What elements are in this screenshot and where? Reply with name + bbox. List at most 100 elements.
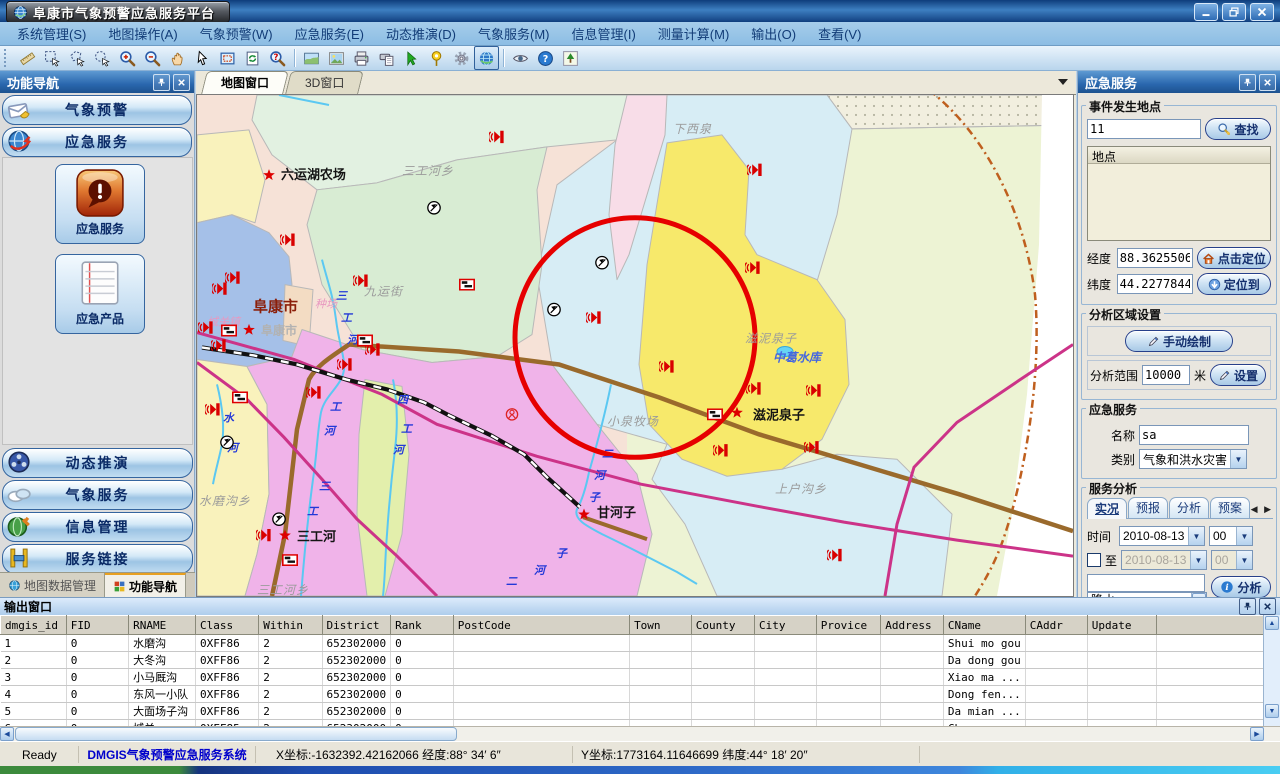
print-preview-button[interactable] — [374, 46, 399, 70]
sidebar-group-dynamic-simulation[interactable]: 动态推演 — [2, 448, 193, 478]
start-date-select[interactable]: 2010-08-13▼ — [1119, 526, 1205, 546]
minimize-button[interactable] — [1194, 3, 1218, 21]
restore-button[interactable] — [1222, 3, 1246, 21]
sidebar-group-weather-service[interactable]: 气象服务 — [2, 480, 193, 510]
column-header[interactable]: dmgis_id — [1, 616, 67, 635]
print-button[interactable] — [349, 46, 374, 70]
column-header[interactable]: County — [691, 616, 754, 635]
export-button[interactable] — [558, 46, 583, 70]
menu-item[interactable]: 动态推演(D) — [375, 21, 467, 46]
zoom-in-button[interactable] — [115, 46, 140, 70]
sidebar-group-info-management[interactable]: 信息管理 — [2, 512, 193, 542]
window-list-dropdown-icon[interactable] — [1058, 79, 1068, 85]
refresh-button[interactable] — [240, 46, 265, 70]
toolbar-grip[interactable] — [4, 49, 11, 67]
full-extent-button[interactable] — [215, 46, 240, 70]
column-header[interactable]: CName — [943, 616, 1025, 635]
column-header[interactable]: Class — [195, 616, 258, 635]
result-table[interactable]: dmgis_idFIDRNAMEClassWithinDistrictRankP… — [0, 615, 1264, 728]
longitude-input[interactable] — [1117, 248, 1193, 268]
help-button[interactable] — [533, 46, 558, 70]
visibility-button[interactable] — [508, 46, 533, 70]
analyze-button[interactable]: 分析 — [1211, 576, 1271, 597]
table-row[interactable]: 40东风一小队0XFF8626523020000Dong fen... — [1, 686, 1264, 703]
ruler-button[interactable] — [15, 46, 40, 70]
analysis-filter-input[interactable] — [1087, 574, 1205, 592]
select-polygon-button[interactable] — [65, 46, 90, 70]
sidebar-group-emergency-globe[interactable]: 应急服务 — [2, 127, 192, 157]
tab-scroll-left-icon[interactable]: ◀ — [1251, 504, 1260, 514]
left-panel-close-button[interactable] — [173, 74, 190, 91]
pointer-button[interactable] — [190, 46, 215, 70]
table-row[interactable]: 50大面场子沟0XFF8626523020000Da mian ... — [1, 703, 1264, 720]
end-hour-select[interactable]: 00▼ — [1211, 550, 1253, 570]
chevron-down-icon[interactable]: ▼ — [1230, 450, 1246, 468]
image-view-button[interactable] — [324, 46, 349, 70]
column-header[interactable]: Update — [1087, 616, 1156, 635]
tab-scroll-right-icon[interactable]: ▶ — [1264, 504, 1273, 514]
locate-by-click-button[interactable]: 点击定位 — [1197, 247, 1271, 269]
column-header[interactable]: Town — [630, 616, 692, 635]
analysis-tab-2[interactable]: 预报 — [1128, 497, 1168, 518]
column-header[interactable]: CAddr — [1025, 616, 1087, 635]
globe-service-button[interactable] — [474, 46, 499, 70]
location-list[interactable]: 地点 — [1087, 146, 1271, 241]
map-canvas[interactable]: 六运湖农场三工河乡下西泉九运街阜康市城关镇种场阜康市滋泥泉子中葛水库滋泥泉子小泉… — [197, 95, 1073, 596]
output-pin-button[interactable] — [1239, 598, 1256, 615]
column-header[interactable]: Within — [259, 616, 322, 635]
column-header[interactable]: District — [322, 616, 391, 635]
select-rect-button[interactable] — [40, 46, 65, 70]
vertical-scrollbar[interactable]: ▲ ▼ — [1263, 615, 1280, 728]
scroll-right-icon[interactable]: ▶ — [1250, 727, 1264, 741]
table-row[interactable]: 20大冬沟0XFF8626523020000Da dong gou — [1, 652, 1264, 669]
table-row[interactable]: 30小马厩沟0XFF8626523020000Xiao ma ... — [1, 669, 1264, 686]
column-header[interactable]: FID — [66, 616, 128, 635]
menu-item[interactable]: 气象预警(W) — [189, 21, 284, 46]
column-header[interactable]: Provice — [816, 616, 881, 635]
column-header[interactable]: PostCode — [453, 616, 629, 635]
menu-item[interactable]: 系统管理(S) — [6, 21, 97, 46]
panel-tab-map-data[interactable]: 地图数据管理 — [0, 573, 105, 597]
menu-item[interactable]: 应急服务(E) — [284, 21, 375, 46]
chevron-down-icon[interactable]: ▼ — [1190, 551, 1206, 569]
chevron-down-icon[interactable]: ▼ — [1188, 527, 1204, 545]
map-viewport[interactable]: 六运湖农场三工河乡下西泉九运街阜康市城关镇种场阜康市滋泥泉子中葛水库滋泥泉子小泉… — [196, 94, 1074, 597]
zoom-out-button[interactable] — [140, 46, 165, 70]
menu-item[interactable]: 测量计算(M) — [647, 21, 741, 46]
start-hour-select[interactable]: 00▼ — [1209, 526, 1253, 546]
panel-tab-nav-squares[interactable]: 功能导航 — [105, 573, 186, 597]
left-panel-pin-button[interactable] — [153, 74, 170, 91]
column-header[interactable]: Rank — [391, 616, 454, 635]
menu-item[interactable]: 地图操作(A) — [97, 21, 188, 46]
manual-draw-button[interactable]: 手动绘制 — [1125, 330, 1233, 352]
chevron-down-icon[interactable]: ▼ — [1236, 527, 1252, 545]
location-list-body[interactable] — [1088, 164, 1270, 240]
emergency-alert-button[interactable]: 应急服务 — [55, 164, 145, 244]
map-tab[interactable]: 地图窗口 — [201, 71, 289, 94]
scroll-left-icon[interactable]: ◀ — [0, 727, 14, 741]
column-header[interactable]: RNAME — [129, 616, 196, 635]
zoom-query-button[interactable] — [265, 46, 290, 70]
location-search-input[interactable] — [1087, 119, 1201, 139]
latitude-input[interactable] — [1117, 274, 1193, 294]
right-panel-close-button[interactable] — [1259, 74, 1276, 91]
place-marker-button[interactable] — [424, 46, 449, 70]
search-button[interactable]: 查找 — [1205, 118, 1271, 140]
map-tab[interactable]: 3D窗口 — [285, 71, 364, 94]
horizontal-scrollbar[interactable]: ◀ ▶ — [0, 726, 1280, 741]
menu-item[interactable]: 查看(V) — [807, 21, 872, 46]
to-checkbox[interactable] — [1087, 553, 1101, 567]
sidebar-group-service-link[interactable]: 服务链接 — [2, 544, 193, 574]
column-header[interactable]: Address — [881, 616, 944, 635]
menu-item[interactable]: 气象服务(M) — [467, 21, 561, 46]
sidebar-group-weather-warning[interactable]: 气象预警 — [2, 95, 192, 125]
end-date-select[interactable]: 2010-08-13▼ — [1121, 550, 1207, 570]
scroll-down-icon[interactable]: ▼ — [1265, 704, 1279, 718]
analysis-tab-1[interactable]: 实况 — [1087, 498, 1127, 519]
green-pointer-button[interactable] — [399, 46, 424, 70]
locate-to-button[interactable]: 定位到 — [1197, 273, 1271, 295]
scrollbar-thumb[interactable] — [15, 727, 457, 741]
scroll-up-icon[interactable]: ▲ — [1265, 616, 1279, 630]
analysis-tab-4[interactable]: 预案 — [1210, 497, 1250, 518]
analysis-tab-3[interactable]: 分析 — [1169, 497, 1209, 518]
